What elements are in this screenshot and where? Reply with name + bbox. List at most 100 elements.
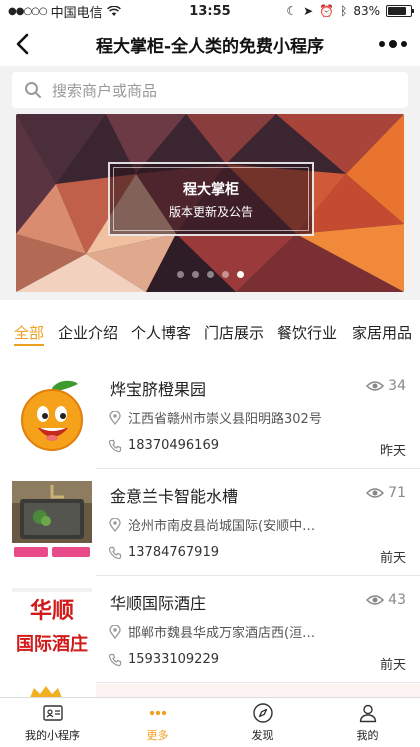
svg-text:华顺: 华顺 [30,598,74,624]
tab-me[interactable]: 我的 [315,698,420,747]
back-arrow-icon[interactable] [10,30,38,58]
shop-thumbnail [12,374,92,454]
carousel-dot[interactable] [206,271,214,278]
id-card-icon [42,705,63,721]
battery-icon [386,5,414,17]
alarm-icon: ⏰ [319,4,335,18]
search-input[interactable]: 搜索商户或商品 [12,72,408,108]
bottom-tab-bar: 我的小程序 更多 发现 我的 [0,697,420,747]
battery-percent: 83% [353,4,380,18]
view-count-value: 43 [388,592,406,608]
compass-icon [252,703,273,723]
tab-label: 我的 [356,729,379,742]
tab-my-miniprograms[interactable]: 我的小程序 [0,698,105,747]
banner-announcement-box: 程大掌柜 版本更新及公告 [108,162,314,236]
shop-list: 烨宝脐橙果园 34 江西省赣州市崇义县阳明路302号 18370496169 昨… [0,362,420,697]
phone-icon [108,653,122,666]
tab-more[interactable]: 更多 [105,698,210,747]
eye-icon [366,488,385,498]
address-text: 江西省赣州市崇义县阳明路302号 [128,412,322,427]
update-time: 昨天 [379,444,406,459]
page-title: 程大掌柜-全人类的免费小程序 [95,36,325,57]
tab-home-goods[interactable]: 家居用品 [352,322,412,343]
phone-number: 15933109229 [128,652,219,667]
phone-number: 18370496169 [128,438,219,453]
menu-dot-icon [401,41,407,47]
active-tab-underline [14,344,44,346]
tab-label: 发现 [251,729,274,742]
tab-label: 我的小程序 [25,729,80,742]
carousel-dot[interactable] [191,271,199,278]
banner-carousel[interactable]: 程大掌柜 版本更新及公告 [16,114,404,292]
shop-phone[interactable]: 15933109229 [108,652,219,667]
carousel-dot[interactable] [236,271,244,278]
list-item[interactable]: 华顺 国际酒庄 华顺国际酒庄 43 邯郸市魏县华成万家酒店西(洹… 159331… [0,576,420,683]
location-arrow-icon: ➤ [303,4,314,18]
person-icon [359,704,376,723]
shop-phone[interactable]: 18370496169 [108,438,219,453]
menu-dot-icon [389,40,397,48]
search-placeholder: 搜索商户或商品 [52,81,158,100]
signal-carrier: ●●○○○ 中国电信 [8,2,121,21]
tab-store-display[interactable]: 门店展示 [204,322,264,343]
address-text: 邯郸市魏县华成万家酒店西(洹… [128,626,316,641]
eye-icon [366,381,385,391]
update-time: 前天 [379,658,406,673]
moon-icon: ☾ [286,4,298,18]
tab-label: 更多 [146,729,169,742]
eye-icon [366,595,385,605]
carousel-dot[interactable] [176,271,184,278]
view-count: 71 [366,485,406,501]
location-pin-icon [109,624,121,639]
tab-discover[interactable]: 发现 [210,698,315,747]
phone-icon [108,546,122,559]
kitchen-sink-image [12,481,92,561]
update-time: 前天 [379,551,406,566]
tab-all[interactable]: 全部 [14,322,44,343]
shop-thumbnail: 华顺 国际酒庄 [12,588,92,668]
shop-address: 江西省赣州市崇义县阳明路302号 [108,408,328,427]
list-item[interactable]: 金意兰卡智能水槽 71 沧州市南皮县尚城国际(安顺中… 13784767919 … [0,469,420,576]
svg-text:国际酒庄: 国际酒庄 [16,633,88,655]
carousel-indicators [16,271,404,278]
shop-name: 烨宝脐橙果园 [110,380,207,399]
view-count: 34 [366,378,406,394]
shop-name: 华顺国际酒庄 [110,594,207,613]
shop-phone[interactable]: 13784767919 [108,545,219,560]
category-tabs: 全部 企业介绍 个人博客 门店展示 餐饮行业 家居用品 [0,300,420,362]
status-bar: ●●○○○ 中国电信 13:55 ☾ ➤ ⏰ ᛒ 83% [0,0,420,22]
tab-personal-blog[interactable]: 个人博客 [131,322,191,343]
menu-dot-icon [379,41,385,47]
shop-name: 金意兰卡智能水槽 [110,487,239,506]
phone-icon [108,439,122,452]
more-menu-button[interactable] [376,32,410,56]
carousel-dot[interactable] [221,271,229,278]
winery-logo-image: 华顺 国际酒庄 [12,588,92,668]
shop-address: 沧州市南皮县尚城国际(安顺中… [108,515,328,534]
list-item[interactable]: 烨宝脐橙果园 34 江西省赣州市崇义县阳明路302号 18370496169 昨… [0,362,420,469]
wifi-icon [106,5,121,16]
banner-area: 程大掌柜 版本更新及公告 [0,114,420,300]
view-count: 43 [366,592,406,608]
location-pin-icon [109,410,121,425]
address-text: 沧州市南皮县尚城国际(安顺中… [128,519,316,534]
search-area: 搜索商户或商品 [0,66,420,114]
crown-thumbnail-partial [30,684,420,697]
more-dots-icon [149,710,166,716]
banner-subtitle: 版本更新及公告 [168,204,253,219]
carrier-label: 中国电信 [50,5,103,21]
location-pin-icon [109,517,121,532]
tab-company-intro[interactable]: 企业介绍 [58,322,118,343]
bluetooth-icon: ᛒ [340,4,348,18]
tab-catering[interactable]: 餐饮行业 [277,322,337,343]
shop-thumbnail [12,481,92,561]
signal-icon: ●●○○○ [8,5,48,17]
phone-number: 13784767919 [128,545,219,560]
view-count-value: 34 [388,378,406,394]
banner-title: 程大掌柜 [183,181,239,198]
search-icon [25,82,41,98]
list-item-partial [0,683,420,697]
navigation-bar: 程大掌柜-全人类的免费小程序 [0,22,420,66]
view-count-value: 71 [388,485,406,501]
orange-mascot-image [12,374,92,454]
